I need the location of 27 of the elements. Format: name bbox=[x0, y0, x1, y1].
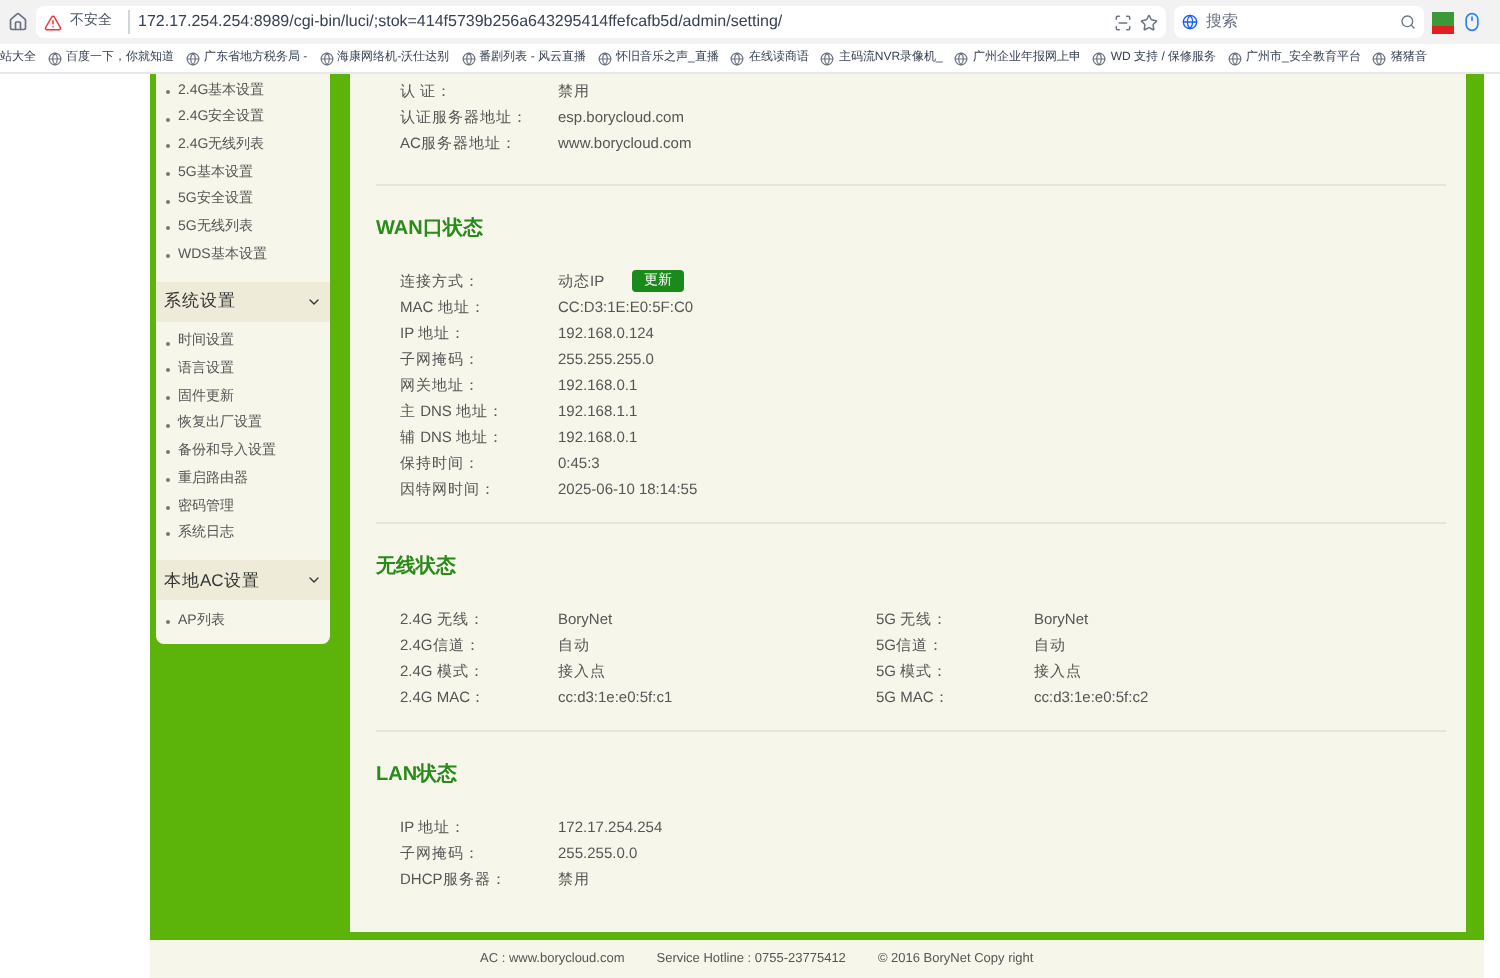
url-text: 172.17.254.254:8989/cgi-bin/luci/;stok=414f5739b256a643295414ffefcafb5d/admin/setting/ bbox=[128, 10, 783, 34]
globe-icon bbox=[461, 51, 476, 65]
section-title: 无线状态 bbox=[376, 553, 458, 582]
globe-icon bbox=[48, 51, 62, 65]
sidebar-group-header[interactable]: 系统设置 bbox=[156, 281, 330, 322]
scan-icon[interactable] bbox=[1114, 13, 1132, 31]
globe-icon bbox=[1092, 51, 1107, 65]
search-engine-icon bbox=[1182, 14, 1198, 30]
globe-icon bbox=[598, 51, 613, 65]
globe-icon bbox=[186, 51, 200, 65]
globe-icon bbox=[319, 51, 334, 65]
star-icon[interactable] bbox=[1140, 13, 1158, 31]
globe-icon bbox=[1228, 51, 1243, 65]
globe-icon bbox=[820, 51, 835, 65]
mouse-icon[interactable] bbox=[1462, 12, 1482, 32]
extension-icon[interactable] bbox=[1432, 11, 1454, 33]
search-placeholder: 搜索 bbox=[1206, 10, 1240, 34]
home-icon[interactable] bbox=[8, 12, 28, 32]
warning-icon bbox=[44, 13, 62, 31]
globe-icon bbox=[730, 51, 745, 65]
globe-icon bbox=[954, 51, 969, 65]
sidebar-group-header[interactable]: 本地AC设置 bbox=[156, 560, 330, 601]
globe-icon bbox=[1372, 51, 1387, 65]
section-title: LAN状态 bbox=[376, 761, 460, 790]
search-field[interactable]: 搜索 bbox=[1174, 6, 1424, 38]
section-title: WAN口状态 bbox=[376, 215, 485, 244]
search-icon[interactable] bbox=[1400, 14, 1416, 30]
